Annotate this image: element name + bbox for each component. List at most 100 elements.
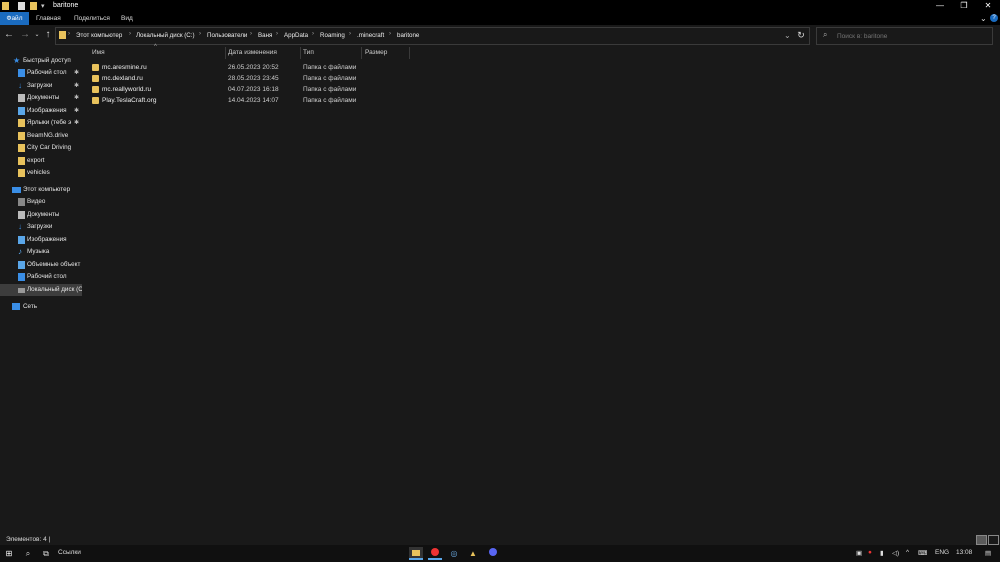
nav-item-export[interactable]: export xyxy=(0,155,82,167)
table-row[interactable]: Play.TeslaCraft.org 14.04.2023 14:07 Пап… xyxy=(89,96,379,107)
nav-item-desktop[interactable]: Рабочий стол ✱ xyxy=(0,67,82,79)
customize-quick-access-icon[interactable]: ▾ xyxy=(41,2,46,10)
microphone-icon[interactable]: ▮ xyxy=(880,549,884,557)
nav-item-city-car-driving[interactable]: City Car Driving xyxy=(0,142,82,154)
properties-icon[interactable] xyxy=(18,2,25,10)
column-divider[interactable] xyxy=(300,47,301,59)
breadcrumb-roaming[interactable]: Roaming xyxy=(320,32,345,39)
desktop-icon xyxy=(18,69,25,77)
tab-home[interactable]: Главная xyxy=(36,12,61,25)
column-divider[interactable] xyxy=(409,47,410,59)
help-icon[interactable]: ? xyxy=(990,14,998,22)
tab-file[interactable]: Файл xyxy=(0,12,29,25)
search-icon[interactable]: ⌕ xyxy=(21,547,35,560)
tray-app-icon[interactable]: ▣ xyxy=(856,549,862,557)
steam-icon[interactable]: ◎ xyxy=(447,547,461,560)
nav-item-shortcuts[interactable]: Ярлыки (тебе э ✱ xyxy=(0,117,82,129)
chevron-right-icon: › xyxy=(129,31,131,37)
nav-item-pc-downloads[interactable]: ↓ Загрузки xyxy=(0,221,82,233)
nav-item-pc-desktop[interactable]: Рабочий стол xyxy=(0,271,82,283)
nav-item-3d-objects[interactable]: Объемные объект xyxy=(0,259,82,271)
forward-arrow-icon[interactable]: → xyxy=(19,29,31,41)
details-view-icon[interactable] xyxy=(976,535,987,545)
nav-item-pc-documents[interactable]: Документы xyxy=(0,209,82,221)
notifications-icon[interactable]: ▤ xyxy=(985,549,991,557)
folder-icon xyxy=(18,144,25,152)
file-name: mc.reallyworld.ru xyxy=(102,86,152,93)
breadcrumb-minecraft[interactable]: .minecraft xyxy=(357,32,384,39)
nav-item-beamng[interactable]: BeamNG.drive xyxy=(0,130,82,142)
nav-item-music[interactable]: ♪ Музыка xyxy=(0,246,82,258)
breadcrumb-user[interactable]: Ваня xyxy=(258,32,272,39)
nav-item-videos[interactable]: Видео xyxy=(0,196,82,208)
nav-quick-access[interactable]: ★ Быстрый доступ xyxy=(0,55,82,67)
column-header-date[interactable]: Дата изменения xyxy=(228,49,277,56)
nav-item-pc-pictures[interactable]: Изображения xyxy=(0,234,82,246)
nav-item-pictures[interactable]: Изображения ✱ xyxy=(0,105,82,117)
breadcrumb-local-disk[interactable]: Локальный диск (C:) xyxy=(136,32,195,39)
column-header-name[interactable]: Имя xyxy=(92,49,105,56)
column-divider[interactable] xyxy=(225,47,226,59)
chevron-down-icon[interactable]: ⌄ xyxy=(784,31,791,40)
back-arrow-icon[interactable]: ← xyxy=(3,29,15,41)
nav-label: Быстрый доступ xyxy=(23,57,71,64)
tab-view[interactable]: Вид xyxy=(121,12,133,25)
task-view-icon[interactable]: ⧉ xyxy=(39,547,53,560)
column-header-type[interactable]: Тип xyxy=(303,49,314,56)
chevron-right-icon: › xyxy=(199,31,201,37)
breadcrumb-appdata[interactable]: AppData xyxy=(284,32,308,39)
windows-start-icon[interactable]: ⊞ xyxy=(2,547,16,560)
file-explorer-taskbar-icon[interactable] xyxy=(409,547,423,560)
large-icons-view-icon[interactable] xyxy=(988,535,999,545)
table-row[interactable]: mc.dexland.ru 28.05.2023 23:45 Папка с ф… xyxy=(89,74,379,85)
language-indicator[interactable]: ENG xyxy=(935,549,949,556)
file-type: Папка с файлами xyxy=(303,75,357,82)
breadcrumb-users[interactable]: Пользователи xyxy=(207,32,247,39)
minimize-button[interactable]: — xyxy=(928,0,952,12)
documents-icon xyxy=(18,94,25,102)
breadcrumb-baritone[interactable]: baritone xyxy=(397,32,419,39)
column-divider[interactable] xyxy=(361,47,362,59)
yandex-browser-icon[interactable] xyxy=(428,547,442,560)
search-box[interactable]: ⌕ xyxy=(816,27,993,45)
chevron-right-icon: › xyxy=(276,31,278,37)
table-row[interactable]: mc.aresmine.ru 26.05.2023 20:52 Папка с … xyxy=(89,63,379,74)
chevron-right-icon: › xyxy=(312,31,314,37)
nav-label: BeamNG.drive xyxy=(27,132,69,139)
nav-item-vehicles[interactable]: vehicles xyxy=(0,167,82,179)
keyboard-icon[interactable]: ⌨ xyxy=(918,549,927,557)
tab-share[interactable]: Поделиться xyxy=(74,12,110,25)
clock[interactable]: 13:08 xyxy=(956,549,972,556)
nav-item-local-disk[interactable]: Локальный диск (C xyxy=(0,284,82,296)
ribbon: Файл Главная Поделиться Вид ⌄ ? xyxy=(0,12,1000,25)
game-launcher-icon[interactable]: ▲ xyxy=(466,547,480,560)
nav-label: Рабочий стол xyxy=(27,273,67,280)
nav-network[interactable]: Сеть xyxy=(0,301,82,313)
nav-item-documents[interactable]: Документы ✱ xyxy=(0,92,82,104)
folder-icon xyxy=(2,2,9,10)
volume-icon[interactable]: ◁) xyxy=(892,549,899,557)
folder-icon xyxy=(18,169,25,177)
sort-up-icon: ^ xyxy=(154,44,157,50)
refresh-icon[interactable]: ↻ xyxy=(795,29,807,41)
chevron-down-icon[interactable]: ⌄ xyxy=(980,12,987,25)
maximize-button[interactable]: ❐ xyxy=(952,0,976,12)
search-input[interactable] xyxy=(837,31,987,41)
taskbar-search-label[interactable]: Ссылки xyxy=(58,549,81,556)
folder-icon xyxy=(18,157,25,165)
chevron-right-icon: › xyxy=(68,31,70,37)
nav-label: Объемные объект xyxy=(27,261,81,268)
table-row[interactable]: mc.reallyworld.ru 04.07.2023 16:18 Папка… xyxy=(89,85,379,96)
address-bar[interactable]: › Этот компьютер › Локальный диск (C:) ›… xyxy=(55,27,810,45)
up-arrow-icon[interactable]: ↑ xyxy=(42,29,54,41)
column-header-size[interactable]: Размер xyxy=(365,49,387,56)
yandex-tray-icon[interactable]: ● xyxy=(868,549,872,556)
folder-icon xyxy=(92,75,99,82)
breadcrumb-this-pc[interactable]: Этот компьютер xyxy=(76,32,122,39)
close-button[interactable]: ✕ xyxy=(976,0,1000,12)
new-folder-icon[interactable] xyxy=(30,2,37,10)
chevron-up-icon[interactable]: ^ xyxy=(906,549,909,556)
nav-item-downloads[interactable]: ↓ Загрузки ✱ xyxy=(0,80,82,92)
nav-this-pc[interactable]: Этот компьютер xyxy=(0,184,82,196)
discord-icon[interactable] xyxy=(486,547,500,560)
